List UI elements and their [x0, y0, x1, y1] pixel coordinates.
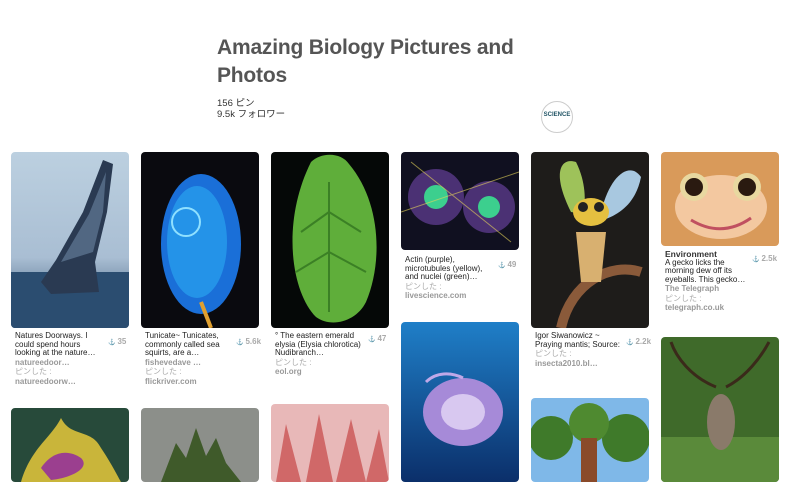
elysia-image	[271, 152, 389, 328]
pinned-from-label: ピンした :	[405, 281, 442, 291]
pin-image[interactable]	[141, 408, 259, 482]
board-title: Amazing Biology Pictures and Photos	[217, 36, 514, 87]
pin-tunicate[interactable]	[141, 152, 259, 328]
pin-source[interactable]: natureedoor…	[15, 358, 105, 368]
pin-domain[interactable]: livescience.com	[405, 291, 495, 301]
pin-description: Natures Doorways. I could spend hours lo…	[15, 331, 105, 387]
pin-description: Igor Siwanowicz ~ Praying mantis; Source…	[535, 331, 625, 369]
board-stats: 156 ピン 9.5k フォロワー	[217, 98, 285, 120]
pin-actin[interactable]	[401, 152, 519, 250]
pin-seadragon[interactable]	[11, 408, 129, 482]
pin-description: Tunicate~ Tunicates, commonly called sea…	[145, 331, 235, 387]
pin-urchin[interactable]	[141, 408, 259, 482]
whale-tail-image	[11, 152, 129, 328]
pin-image[interactable]	[661, 337, 779, 482]
pinned-from-label: ピンした :	[145, 367, 182, 376]
kudu-image	[661, 337, 779, 482]
pin-desc-text: Igor Siwanowicz ~ Praying mantis; Source…	[535, 331, 620, 349]
pin-image[interactable]	[401, 152, 519, 250]
pin-domain[interactable]: eol.org	[275, 367, 365, 377]
pin-desc-text: Actin (purple), microtubules (yellow), a…	[405, 255, 483, 281]
pin-image[interactable]	[401, 322, 519, 482]
repin-count: 2.5k	[752, 254, 787, 263]
pins-count[interactable]: 156 ピン	[217, 98, 285, 109]
pin-whale-tail[interactable]	[11, 152, 129, 328]
pin-desc-text: A gecko licks the morning dew off its ey…	[665, 257, 746, 284]
followers-count[interactable]: 9.5k フォロワー	[217, 109, 285, 120]
avatar[interactable]: SCIENCE	[541, 101, 573, 133]
sequoia-image	[531, 398, 649, 482]
mantis-image	[531, 152, 649, 328]
pin-image[interactable]	[271, 404, 389, 482]
urchin-image	[141, 408, 259, 482]
pin-image[interactable]	[11, 152, 129, 328]
pin-description: ° The eastern emerald elysia (Elysia chl…	[275, 331, 365, 377]
pin-domain[interactable]: natureedoorw…	[15, 377, 105, 387]
pin-image[interactable]	[11, 408, 129, 482]
pin-image[interactable]	[141, 152, 259, 328]
pin-domain[interactable]: telegraph.co.uk	[665, 303, 755, 313]
pin-image[interactable]	[271, 152, 389, 328]
pin-domain[interactable]: flickriver.com	[145, 377, 235, 387]
actin-image	[401, 152, 519, 250]
pin-mantis[interactable]	[531, 152, 649, 328]
cells-image	[271, 404, 389, 482]
pin-jellyfish[interactable]	[401, 322, 519, 482]
gecko-image	[661, 152, 779, 246]
pin-image[interactable]	[531, 398, 649, 482]
seadragon-image	[11, 408, 129, 482]
pinned-from-label: ピンした :	[535, 349, 572, 358]
pin-image[interactable]	[661, 152, 779, 246]
pin-elysia[interactable]	[271, 152, 389, 328]
pin-description: Environment A gecko licks the morning de…	[665, 250, 755, 313]
pin-cells[interactable]	[271, 404, 389, 482]
pinned-from-label: ピンした :	[275, 357, 312, 367]
pin-description: Actin (purple), microtubules (yellow), a…	[405, 255, 495, 301]
pin-source[interactable]: fishevedave …	[145, 358, 235, 368]
pin-desc-text: Natures Doorways. I could spend hours lo…	[15, 331, 96, 357]
pin-desc-text: Tunicate~ Tunicates, commonly called sea…	[145, 331, 220, 357]
tunicate-image	[141, 152, 259, 328]
avatar-label: SCIENCE	[543, 112, 571, 118]
pinned-from-label: ピンした :	[15, 367, 52, 376]
pin-gecko[interactable]	[661, 152, 779, 246]
pin-sequoia[interactable]	[531, 398, 649, 482]
jellyfish-image	[401, 322, 519, 482]
pinned-from-label: ピンした :	[665, 293, 702, 303]
pin-image[interactable]	[531, 152, 649, 328]
pin-source[interactable]: The Telegraph	[665, 284, 755, 294]
pin-domain[interactable]: insecta2010.bl…	[535, 359, 625, 369]
pin-kudu[interactable]	[661, 337, 779, 482]
pin-desc-text: ° The eastern emerald elysia (Elysia chl…	[275, 331, 361, 357]
